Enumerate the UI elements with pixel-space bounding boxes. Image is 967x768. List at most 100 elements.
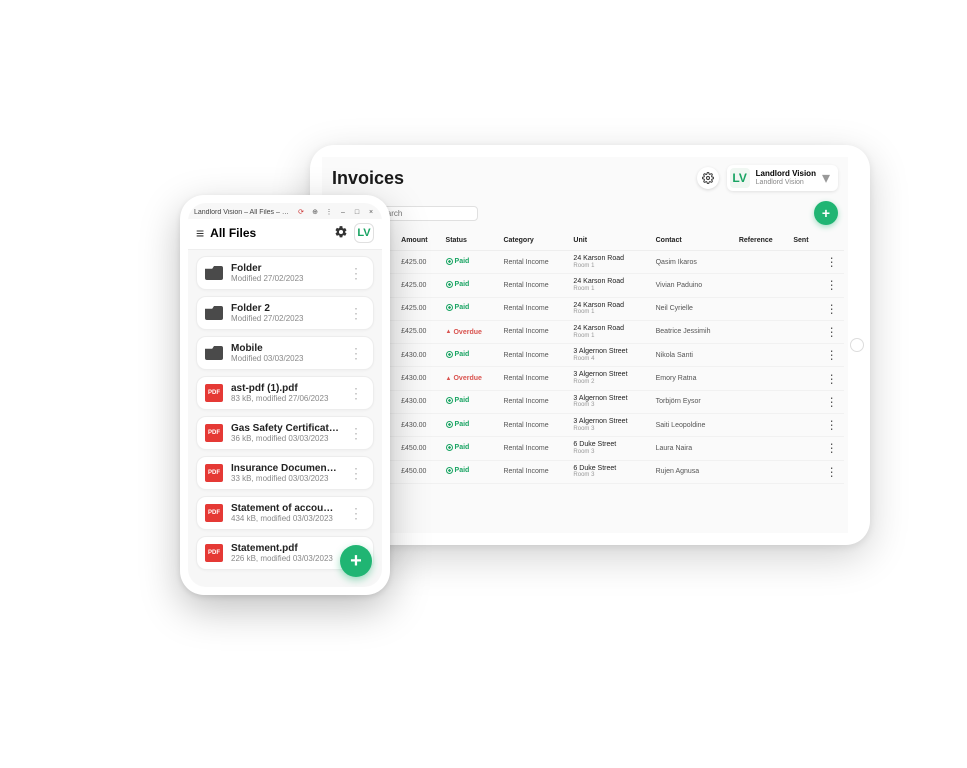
cell-reference	[736, 390, 791, 413]
settings-button[interactable]	[334, 225, 348, 242]
cell-amount: £430.00	[398, 413, 442, 436]
table-row[interactable]: 22/06/2023 £425.00 Overdue Rental Income…	[326, 320, 844, 343]
cell-reference	[736, 413, 791, 436]
maximize-icon[interactable]: □	[352, 207, 362, 217]
close-icon[interactable]: ×	[366, 207, 376, 217]
row-menu-button[interactable]: ⋮	[819, 320, 844, 343]
cell-status: Paid	[443, 297, 501, 320]
item-menu-button[interactable]: ⋮	[347, 270, 365, 277]
cell-status: Paid	[443, 460, 501, 483]
cell-category: Rental Income	[500, 413, 570, 436]
item-meta: 36 kB, modified 03/03/2023	[231, 434, 339, 443]
list-item[interactable]: Folder 2 Modified 27/02/2023 ⋮	[196, 296, 374, 330]
files-list[interactable]: Folder Modified 27/02/2023 ⋮ Folder 2 Mo…	[188, 250, 382, 587]
cell-status: Paid	[443, 344, 501, 367]
cell-status: Paid	[443, 390, 501, 413]
row-menu-button[interactable]: ⋮	[819, 251, 844, 274]
table-row[interactable]: 17/06/2023 £430.00 Paid Rental Income 3 …	[326, 344, 844, 367]
tablet-toolbar: +	[322, 201, 848, 231]
profile-switcher[interactable]: LV Landlord Vision Landlord Vision ▾	[727, 165, 838, 191]
table-row[interactable]: 17/06/2023 £430.00 Overdue Rental Income…	[326, 367, 844, 390]
cell-reference	[736, 437, 791, 460]
item-menu-button[interactable]: ⋮	[347, 470, 365, 477]
table-row[interactable]: 13/06/2023 £450.00 Paid Rental Income 6 …	[326, 460, 844, 483]
list-item[interactable]: PDF ast-pdf (1).pdf 83 kB, modified 27/0…	[196, 376, 374, 410]
menu-button[interactable]: ≡	[196, 226, 204, 240]
row-menu-button[interactable]: ⋮	[819, 437, 844, 460]
cell-amount: £450.00	[398, 460, 442, 483]
list-item[interactable]: PDF Gas Safety Certificate (1).pdf 36 kB…	[196, 416, 374, 450]
item-meta: 226 kB, modified 03/03/2023	[231, 554, 339, 563]
more-icon[interactable]: ⋮	[324, 207, 334, 217]
item-menu-button[interactable]: ⋮	[347, 390, 365, 397]
cell-category: Rental Income	[500, 297, 570, 320]
table-row[interactable]: 23/06/2023 £425.00 Paid Rental Income 24…	[326, 274, 844, 297]
item-menu-button[interactable]: ⋮	[347, 430, 365, 437]
list-item[interactable]: PDF Statement of account.pdf 434 kB, mod…	[196, 496, 374, 530]
cell-status: Paid	[443, 413, 501, 436]
table-row[interactable]: 13/06/2023 £450.00 Paid Rental Income 6 …	[326, 437, 844, 460]
item-name: ast-pdf (1).pdf	[231, 383, 339, 394]
row-menu-button[interactable]: ⋮	[819, 460, 844, 483]
cell-contact: Beatrice Jessimih	[653, 320, 736, 343]
search-input[interactable]	[377, 209, 471, 218]
item-menu-button[interactable]: ⋮	[347, 310, 365, 317]
table-row[interactable]: 23/06/2023 £425.00 Paid Rental Income 24…	[326, 251, 844, 274]
add-invoice-button[interactable]: +	[814, 201, 838, 225]
list-item[interactable]: Mobile Modified 03/03/2023 ⋮	[196, 336, 374, 370]
settings-button[interactable]	[697, 167, 719, 189]
item-menu-button[interactable]: ⋮	[347, 350, 365, 357]
item-info: Folder Modified 27/02/2023	[231, 263, 339, 283]
cell-category: Rental Income	[500, 251, 570, 274]
add-file-button[interactable]: +	[340, 545, 372, 577]
col-unit[interactable]: Unit	[570, 231, 652, 251]
cell-unit: 24 Karson RoadRoom 1	[570, 251, 652, 274]
table-row[interactable]: 17/06/2023 £430.00 Paid Rental Income 3 …	[326, 390, 844, 413]
cell-category: Rental Income	[500, 367, 570, 390]
row-menu-button[interactable]: ⋮	[819, 297, 844, 320]
cell-status: Overdue	[443, 367, 501, 390]
cell-sent	[790, 390, 819, 413]
cell-amount: £430.00	[398, 390, 442, 413]
folder-icon	[205, 266, 223, 280]
cell-unit: 6 Duke StreetRoom 3	[570, 437, 652, 460]
item-info: Statement.pdf 226 kB, modified 03/03/202…	[231, 543, 339, 563]
cell-reference	[736, 367, 791, 390]
cell-category: Rental Income	[500, 437, 570, 460]
cell-unit: 3 Algernon StreetRoom 3	[570, 390, 652, 413]
folder-icon	[205, 346, 223, 360]
cell-unit: 3 Algernon StreetRoom 2	[570, 367, 652, 390]
zoom-icon[interactable]: ⊕	[310, 207, 320, 217]
col-sent[interactable]: Sent	[790, 231, 819, 251]
col-contact[interactable]: Contact	[653, 231, 736, 251]
row-menu-button[interactable]: ⋮	[819, 344, 844, 367]
row-menu-button[interactable]: ⋮	[819, 367, 844, 390]
item-menu-button[interactable]: ⋮	[347, 510, 365, 517]
cell-category: Rental Income	[500, 274, 570, 297]
cell-unit: 3 Algernon StreetRoom 3	[570, 413, 652, 436]
col-status[interactable]: Status	[443, 231, 501, 251]
cell-reference	[736, 251, 791, 274]
table-row[interactable]: 17/06/2023 £430.00 Paid Rental Income 3 …	[326, 413, 844, 436]
col-reference[interactable]: Reference	[736, 231, 791, 251]
brand-icon[interactable]: LV	[354, 223, 374, 243]
table-row[interactable]: 23/06/2023 £425.00 Paid Rental Income 24…	[326, 297, 844, 320]
list-item[interactable]: PDF Insurance Documents.pdf 33 kB, modif…	[196, 456, 374, 490]
minimize-icon[interactable]: –	[338, 207, 348, 217]
refresh-icon[interactable]: ⟳	[296, 207, 306, 217]
item-info: Folder 2 Modified 27/02/2023	[231, 303, 339, 323]
col-category[interactable]: Category	[500, 231, 570, 251]
col-amount[interactable]: Amount	[398, 231, 442, 251]
cell-sent	[790, 251, 819, 274]
row-menu-button[interactable]: ⋮	[819, 274, 844, 297]
tablet-home-button[interactable]	[850, 338, 864, 352]
row-menu-button[interactable]: ⋮	[819, 390, 844, 413]
cell-sent	[790, 413, 819, 436]
folder-icon	[205, 306, 223, 320]
list-item[interactable]: Folder Modified 27/02/2023 ⋮	[196, 256, 374, 290]
phone-header: ≡ All Files LV	[188, 219, 382, 250]
cell-status: Overdue	[443, 320, 501, 343]
row-menu-button[interactable]: ⋮	[819, 413, 844, 436]
pdf-icon: PDF	[205, 504, 223, 522]
cell-unit: 6 Duke StreetRoom 3	[570, 460, 652, 483]
